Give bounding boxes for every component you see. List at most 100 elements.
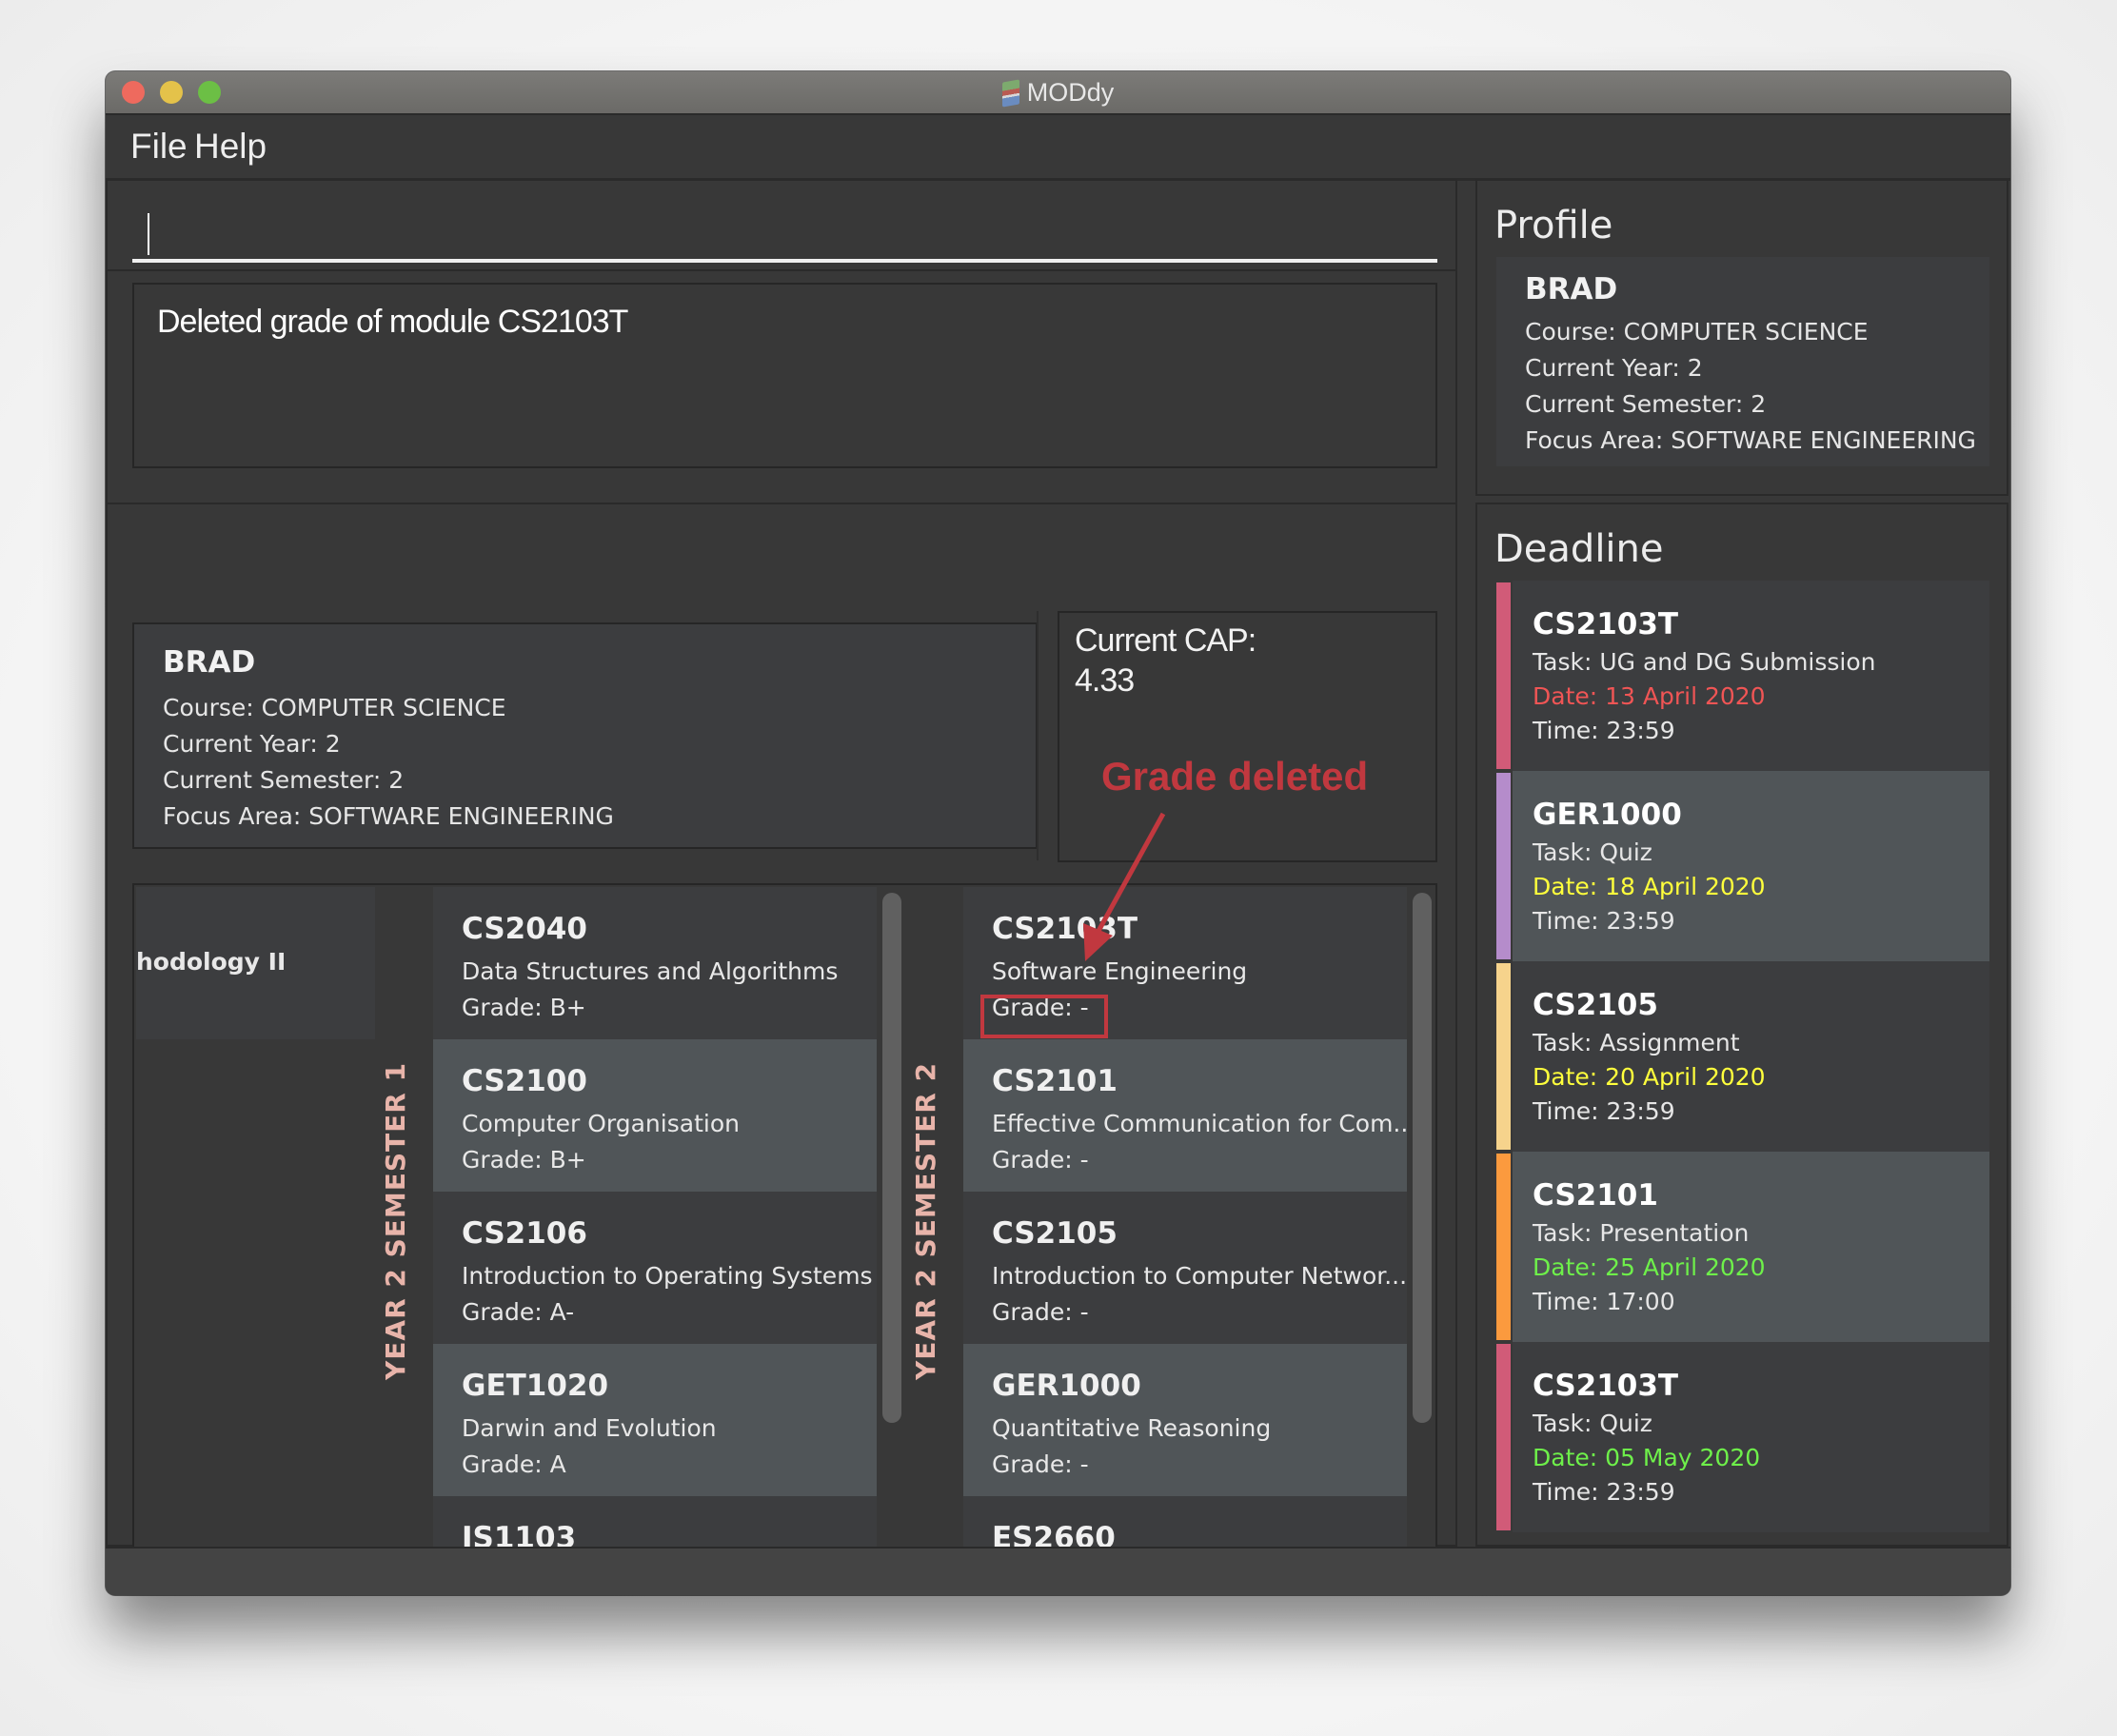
module-grade: Grade: A- [462,1298,575,1326]
module-code: CS2105 [992,1216,1118,1251]
deadline-task: Task: UG and DG Submission [1533,648,1876,676]
deadline-time: Time: 17:00 [1533,1288,1675,1315]
module-code: CS2040 [462,912,587,946]
profile-panel: Profile BRAD Course: COMPUTER SCIENCE Cu… [1475,179,2008,496]
deadline-time: Time: 23:59 [1533,1478,1675,1506]
deadline-task: Task: Quiz [1533,838,1652,866]
menu-file[interactable]: File [130,127,188,167]
deadline-module-code: CS2103T [1533,607,1679,641]
deadline-color-bar [1496,963,1511,1150]
module-card[interactable]: GER1000 Quantitative Reasoning Grade: - [963,1344,1407,1496]
cap-box: Current CAP: 4.33 Grade deleted [1058,611,1437,862]
vertical-scrollbar-y2s2[interactable] [1413,893,1432,1423]
text-caret [148,213,149,255]
deadline-color-bar [1496,582,1511,769]
module-grade: Grade: - [992,1298,1089,1326]
deadline-card[interactable]: CS2103T Task: Quiz Date: 05 May 2020 Time: … [1496,1342,1989,1532]
module-name: Data Structures and Algorithms [462,957,839,985]
deadline-card-body: GER1000 Task: Quiz Date: 18 April 2020 Time… [1513,771,1989,961]
module-name: Darwin and Evolution [462,1414,717,1442]
deadline-card[interactable]: CS2101 Task: Presentation Date: 25 April 2… [1496,1152,1989,1342]
deadline-task: Task: Quiz [1533,1410,1652,1437]
module-card[interactable]: CS2101 Effective Communication for Com..… [963,1039,1407,1192]
deadline-module-code: CS2105 [1533,988,1658,1022]
module-code: CS2100 [462,1064,587,1098]
window-title-text: MODdy [1026,78,1115,107]
title-bar: MODdy [106,71,2010,115]
result-display: Deleted grade of module CS2103T [132,283,1437,468]
module-name: Introduction to Computer Networ... [992,1262,1407,1290]
profile-heading: Profile [1494,204,1613,247]
deadline-date: Date: 05 May 2020 [1533,1444,1761,1471]
module-name: hodology II [136,948,287,976]
command-input[interactable] [132,198,1437,263]
profile-semester: Current Semester: 2 [163,766,405,794]
app-window: MODdy File Help Deleted grade of module … [106,71,2010,1595]
main-content-panel: BRAD Course: COMPUTER SCIENCE Current Ye… [106,503,1457,1595]
deadline-panel: Deadline CS2103T Task: UG and DG Submissi… [1475,503,2008,1547]
divider [1037,611,1039,860]
status-bar [106,1547,2010,1595]
deadline-task: Task: Presentation [1533,1219,1750,1247]
deadline-color-bar [1496,1344,1511,1530]
module-grade: Grade: B+ [462,994,586,1021]
module-code: GER1000 [992,1369,1141,1403]
profile-name: BRAD [1525,272,1618,306]
window-title: MODdy [106,71,2010,113]
profile-year: Current Year: 2 [163,730,341,758]
semester-label-y2s1: YEAR 2 SEMESTER 1 [380,1061,411,1380]
deadline-date: Date: 13 April 2020 [1533,682,1766,710]
module-card[interactable]: CS2040 Data Structures and Algorithms Gr… [433,887,877,1039]
semester-label-y2s2: YEAR 2 SEMESTER 2 [910,1061,941,1380]
module-code: CS2103T [992,912,1138,946]
annotation-highlight-box [980,995,1108,1038]
deadline-card-body: CS2103T Task: Quiz Date: 05 May 2020 Time: … [1513,1342,1989,1532]
deadline-time: Time: 23:59 [1533,907,1675,935]
module-code: GET1020 [462,1369,609,1403]
deadline-card-body: CS2101 Task: Presentation Date: 25 April 2… [1513,1152,1989,1342]
profile-focus-area: Focus Area: SOFTWARE ENGINEERING [1525,426,1976,454]
deadline-card[interactable]: CS2103T Task: UG and DG Submission Date: 1… [1496,581,1989,771]
cap-value: 4.33 [1075,662,1135,699]
module-code: CS2106 [462,1216,587,1251]
module-grade: Grade: A [462,1450,566,1478]
deadline-card-body: CS2105 Task: Assignment Date: 20 April 202… [1513,961,1989,1152]
vertical-scrollbar-y2s1[interactable] [882,893,901,1423]
modules-container: hodology II YEAR 2 SEMESTER 1 CS2040 Dat… [132,883,1437,1595]
deadline-time: Time: 23:59 [1533,1097,1675,1125]
module-card-partial[interactable]: hodology II [136,887,375,1039]
deadline-module-code: CS2101 [1533,1178,1658,1213]
profile-focus-area: Focus Area: SOFTWARE ENGINEERING [163,802,614,830]
deadline-date: Date: 18 April 2020 [1533,873,1766,900]
cap-label: Current CAP: [1075,622,1256,659]
annotation-label: Grade deleted [1101,754,1369,799]
profile-course: Course: COMPUTER SCIENCE [163,694,506,721]
menu-help[interactable]: Help [194,127,267,167]
module-card[interactable]: CS2106 Introduction to Operating Systems… [433,1192,877,1344]
result-message: Deleted grade of module CS2103T [157,304,628,340]
module-code: CS2101 [992,1064,1118,1098]
deadline-time: Time: 23:59 [1533,717,1675,744]
deadline-card[interactable]: GER1000 Task: Quiz Date: 18 April 2020 Time… [1496,771,1989,961]
deadline-date: Date: 20 April 2020 [1533,1063,1766,1091]
books-icon [1001,79,1019,108]
deadline-date: Date: 25 April 2020 [1533,1253,1766,1281]
deadline-module-code: GER1000 [1533,798,1682,832]
module-name: Software Engineering [992,957,1248,985]
module-grade: Grade: - [992,1146,1089,1174]
profile-year: Current Year: 2 [1525,354,1703,382]
deadline-card[interactable]: CS2105 Task: Assignment Date: 20 April 202… [1496,961,1989,1152]
profile-course: Course: COMPUTER SCIENCE [1525,318,1869,345]
menu-bar: File Help [106,115,2010,181]
module-card[interactable]: CS2100 Computer Organisation Grade: B+ [433,1039,877,1192]
profile-semester: Current Semester: 2 [1525,390,1767,418]
deadline-card-body: CS2103T Task: UG and DG Submission Date: 1… [1513,581,1989,771]
module-card[interactable]: CS2105 Introduction to Computer Networ..… [963,1192,1407,1344]
profile-card: BRAD Course: COMPUTER SCIENCE Current Ye… [1496,257,1989,466]
module-grade: Grade: B+ [462,1146,586,1174]
module-card[interactable]: GET1020 Darwin and Evolution Grade: A [433,1344,877,1496]
deadline-color-bar [1496,1154,1511,1340]
module-name: Quantitative Reasoning [992,1414,1272,1442]
module-grade: Grade: - [992,1450,1089,1478]
module-name: Introduction to Operating Systems [462,1262,873,1290]
